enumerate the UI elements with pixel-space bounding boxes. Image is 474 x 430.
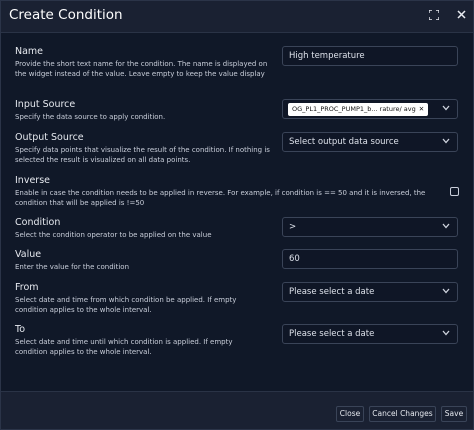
chevron-down-icon: [442, 283, 450, 301]
inverse-checkbox[interactable]: [450, 187, 459, 196]
dialog-title: Create Condition: [9, 7, 123, 23]
create-condition-dialog: Create Condition Name Provide the short …: [0, 0, 474, 430]
output-source-description: Specify data points that visualize the r…: [15, 146, 270, 164]
chip-remove-icon[interactable]: ✕: [419, 105, 424, 113]
cancel-changes-button[interactable]: Cancel Changes: [369, 406, 436, 422]
input-source-chip-label: OG_PL1_PROC_PUMP1_b... rature/ avg: [292, 105, 416, 113]
close-icon[interactable]: [453, 7, 469, 23]
dialog-header: Create Condition: [1, 1, 473, 31]
name-input[interactable]: High temperature: [282, 46, 458, 66]
save-button[interactable]: Save: [441, 406, 467, 422]
value-input[interactable]: 60: [282, 249, 458, 269]
output-source-select[interactable]: Select output data source: [282, 132, 458, 152]
output-source-placeholder: Select output data source: [289, 137, 399, 147]
chevron-down-icon: [442, 325, 450, 343]
chevron-down-icon: [442, 100, 450, 118]
condition-value: >: [289, 222, 297, 232]
condition-select[interactable]: >: [282, 217, 458, 237]
inverse-description: Enable in case the condition needs to be…: [15, 189, 426, 207]
chevron-down-icon: [442, 218, 450, 236]
inverse-label: Inverse: [15, 175, 50, 186]
close-button[interactable]: Close: [336, 406, 364, 422]
expand-icon[interactable]: [426, 7, 442, 23]
chevron-down-icon: [442, 133, 450, 151]
from-description: Select date and time from which conditio…: [15, 296, 237, 314]
input-source-chip: OG_PL1_PROC_PUMP1_b... rature/ avg ✕: [288, 103, 429, 116]
inverse-row: Inverse Enable in case the condition nee…: [15, 175, 455, 208]
from-date-select[interactable]: Please select a date: [282, 282, 458, 302]
name-description: Provide the short text name for the cond…: [15, 60, 268, 78]
to-description: Select date and time until which conditi…: [15, 338, 233, 356]
to-placeholder: Please select a date: [289, 329, 375, 339]
input-source-select[interactable]: OG_PL1_PROC_PUMP1_b... rature/ avg ✕: [282, 99, 458, 119]
to-date-select[interactable]: Please select a date: [282, 324, 458, 344]
from-placeholder: Please select a date: [289, 287, 375, 297]
